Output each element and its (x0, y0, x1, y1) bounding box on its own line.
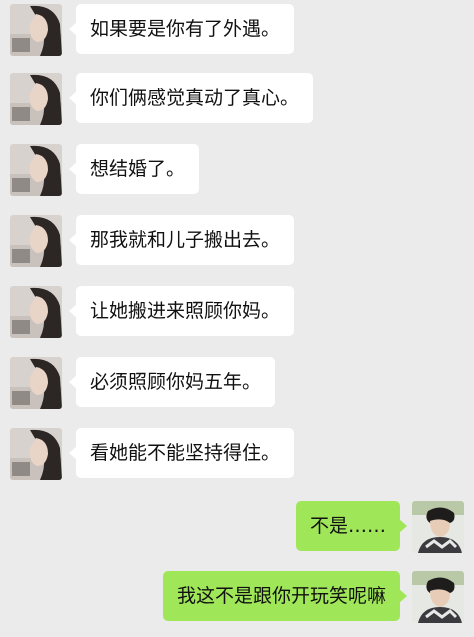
message-row-received: 如果要是你有了外遇。 (0, 4, 474, 56)
message-bubble[interactable]: 如果要是你有了外遇。 (68, 4, 295, 54)
message-row-received: 必须照顾你妈五年。 (0, 357, 474, 409)
contact-avatar[interactable] (10, 144, 62, 196)
message-row-received: 想结婚了。 (0, 144, 474, 196)
contact-avatar[interactable] (10, 428, 62, 480)
message-row-received: 那我就和儿子搬出去。 (0, 215, 474, 267)
message-row-sent: 不是…… (0, 501, 474, 553)
user-avatar[interactable] (412, 501, 464, 553)
message-row-received: 看她能不能坚持得住。 (0, 428, 474, 480)
contact-avatar[interactable] (10, 4, 62, 56)
message-bubble[interactable]: 必须照顾你妈五年。 (68, 357, 276, 407)
message-bubble[interactable]: 那我就和儿子搬出去。 (68, 215, 295, 265)
contact-avatar[interactable] (10, 215, 62, 267)
contact-avatar[interactable] (10, 357, 62, 409)
message-bubble[interactable]: 让她搬进来照顾你妈。 (68, 286, 295, 336)
contact-avatar[interactable] (10, 73, 62, 125)
message-row-received: 让她搬进来照顾你妈。 (0, 286, 474, 338)
message-bubble[interactable]: 我这不是跟你开玩笑呢嘛 (162, 571, 408, 621)
contact-avatar[interactable] (10, 286, 62, 338)
message-bubble[interactable]: 不是…… (295, 501, 408, 551)
message-row-sent: 我这不是跟你开玩笑呢嘛 (0, 571, 474, 623)
user-avatar[interactable] (412, 571, 464, 623)
message-bubble[interactable]: 想结婚了。 (68, 144, 200, 194)
message-row-received: 你们俩感觉真动了真心。 (0, 73, 474, 125)
chat-message-list: 如果要是你有了外遇。 你们俩感觉真动了真心。 想结婚了。 那我就和儿子搬出去。 … (0, 0, 474, 637)
message-bubble[interactable]: 你们俩感觉真动了真心。 (68, 73, 314, 123)
message-bubble[interactable]: 看她能不能坚持得住。 (68, 428, 295, 478)
